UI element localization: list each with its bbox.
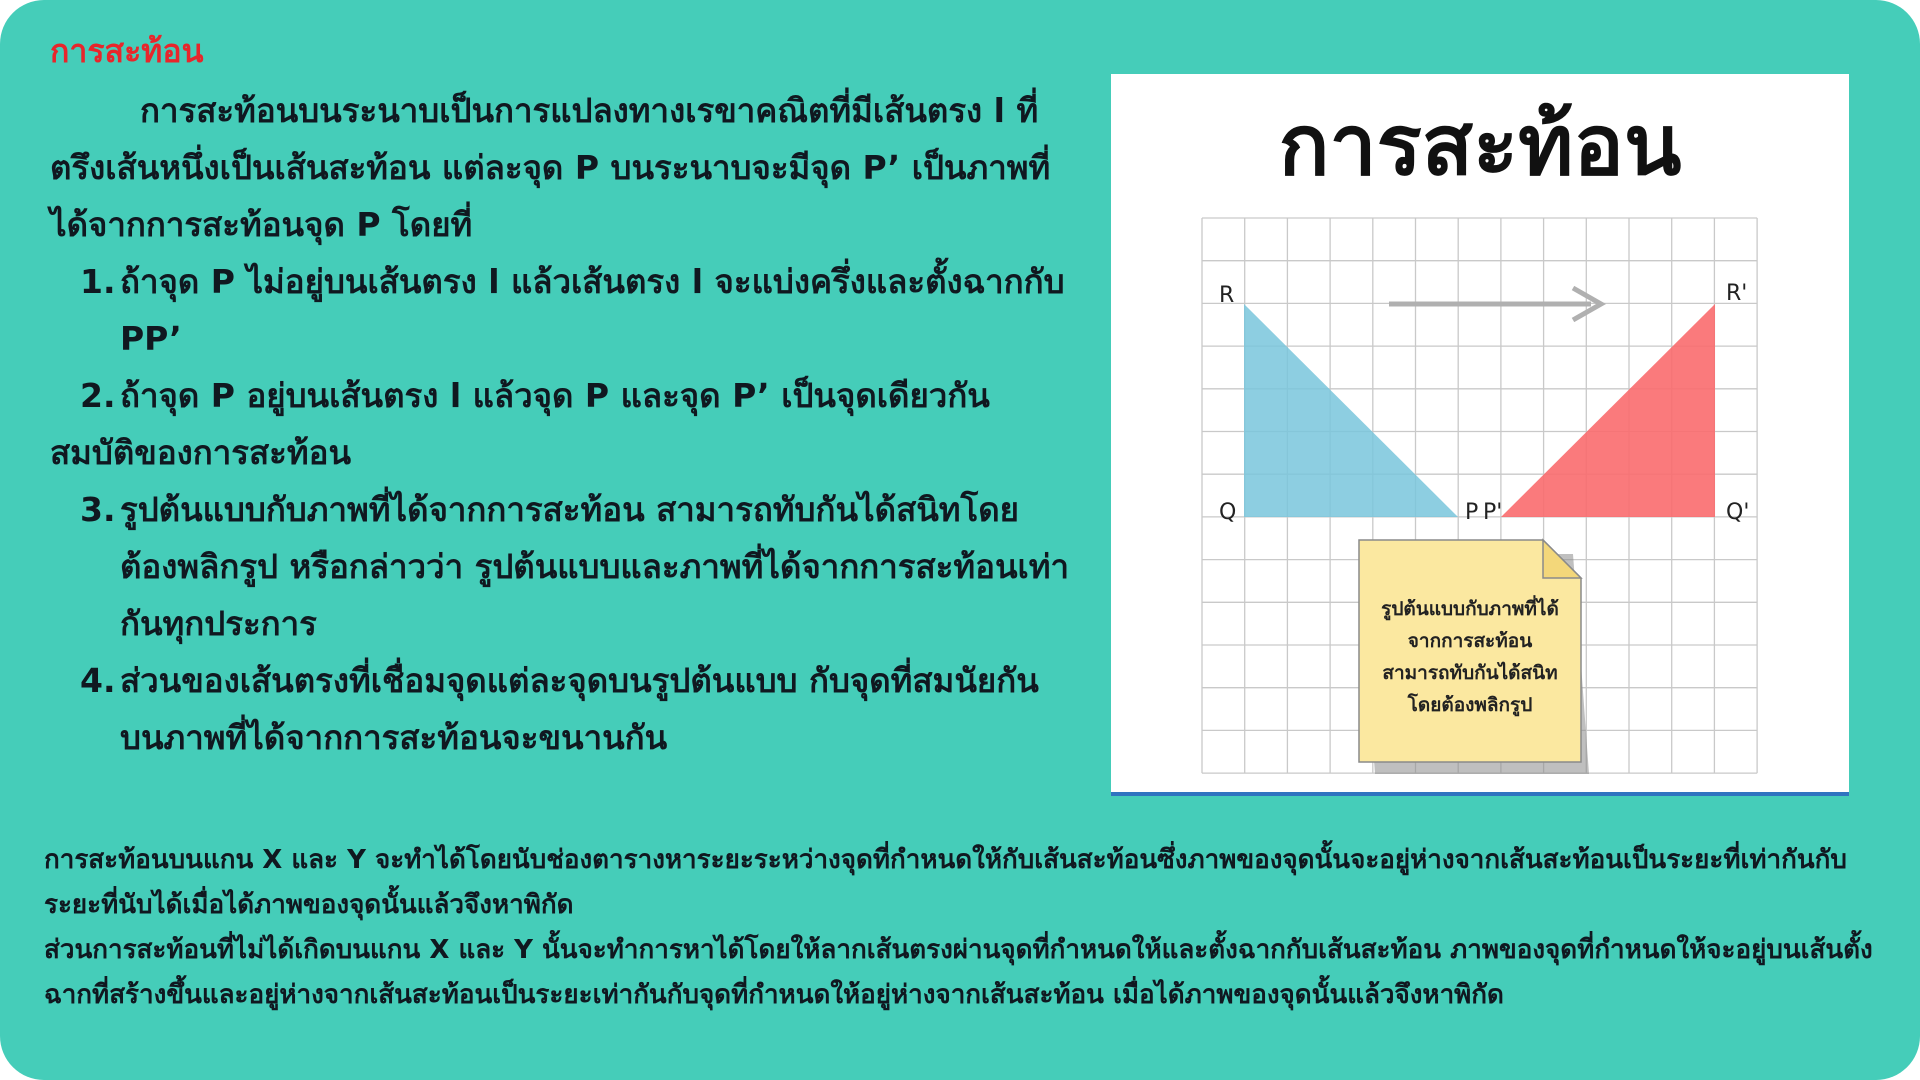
list-item: 1. ถ้าจุด P ไม่อยู่บนเส้นตรง l แล้วเส้นต… (50, 253, 1070, 367)
main-content: การสะท้อนบนระนาบเป็นการแปลงทางเรขาคณิตที… (50, 82, 1070, 766)
list-item: 4. ส่วนของเส้นตรงที่เชื่อมจุดแต่ละจุดบนร… (50, 652, 1070, 766)
label-q-prime: Q' (1726, 500, 1749, 525)
label-r-prime: R' (1726, 281, 1747, 306)
list-item-text: รูปต้นแบบกับภาพที่ได้จากการสะท้อน สามารถ… (120, 490, 1070, 643)
note-line: สามารถทับกันได้สนิท (1382, 661, 1557, 684)
explanation-paragraph: การสะท้อนบนแกน X และ Y จะทำได้โดยนับช่อง… (44, 845, 1847, 920)
explanation-paragraph: ส่วนการสะท้อนที่ไม่ได้เกิดบนแกน X และ Y … (44, 935, 1873, 1010)
list-item-text: ถ้าจุด P อยู่บนเส้นตรง l แล้วจุด P และจุ… (120, 376, 990, 415)
reflected-triangle (1501, 304, 1715, 517)
properties-list: 3. รูปต้นแบบกับภาพที่ได้จากการสะท้อน สาม… (50, 481, 1070, 766)
list-number: 4. (80, 661, 116, 700)
note-line: รูปต้นแบบกับภาพที่ได้ (1381, 595, 1559, 621)
list-number: 1. (80, 262, 116, 301)
label-p-prime: P' (1483, 500, 1502, 525)
label-r: R (1219, 283, 1234, 308)
properties-subheading: สมบัติของการสะท้อน (50, 433, 351, 472)
note-line: จากการสะท้อน (1408, 630, 1532, 652)
list-item-text: ส่วนของเส้นตรงที่เชื่อมจุดแต่ละจุดบนรูปต… (120, 661, 1039, 757)
list-number: 3. (80, 490, 116, 529)
note-line: โดยต้องพลิกรูป (1407, 693, 1533, 717)
intro-paragraph: การสะท้อนบนระนาบเป็นการแปลงทางเรขาคณิตที… (50, 91, 1051, 244)
reflection-diagram: การสะท้อน R Q P P' R' Q' รูปต้นแบบกับภาพ… (1201, 96, 1758, 774)
conditions-list: 1. ถ้าจุด P ไม่อยู่บนเส้นตรง l แล้วเส้นต… (50, 253, 1070, 424)
figure-title: การสะท้อน (1279, 96, 1682, 194)
list-item: 3. รูปต้นแบบกับภาพที่ได้จากการสะท้อน สาม… (50, 481, 1070, 652)
list-item-text: ถ้าจุด P ไม่อยู่บนเส้นตรง l แล้วเส้นตรง … (120, 262, 1065, 358)
label-p: P (1465, 500, 1478, 525)
label-q: Q (1219, 500, 1236, 525)
list-number: 2. (80, 376, 116, 415)
explanation-text: การสะท้อนบนแกน X และ Y จะทำได้โดยนับช่อง… (44, 838, 1890, 1018)
reflection-figure: การสะท้อน R Q P P' R' Q' รูปต้นแบบกับภาพ… (1111, 74, 1849, 796)
slide-heading: การสะท้อน (50, 32, 204, 70)
slide-card: การสะท้อน การสะท้อนบนระนาบเป็นการแปลงทาง… (0, 0, 1920, 1080)
original-triangle (1244, 304, 1458, 517)
list-item: 2. ถ้าจุด P อยู่บนเส้นตรง l แล้วจุด P แล… (50, 367, 1070, 424)
